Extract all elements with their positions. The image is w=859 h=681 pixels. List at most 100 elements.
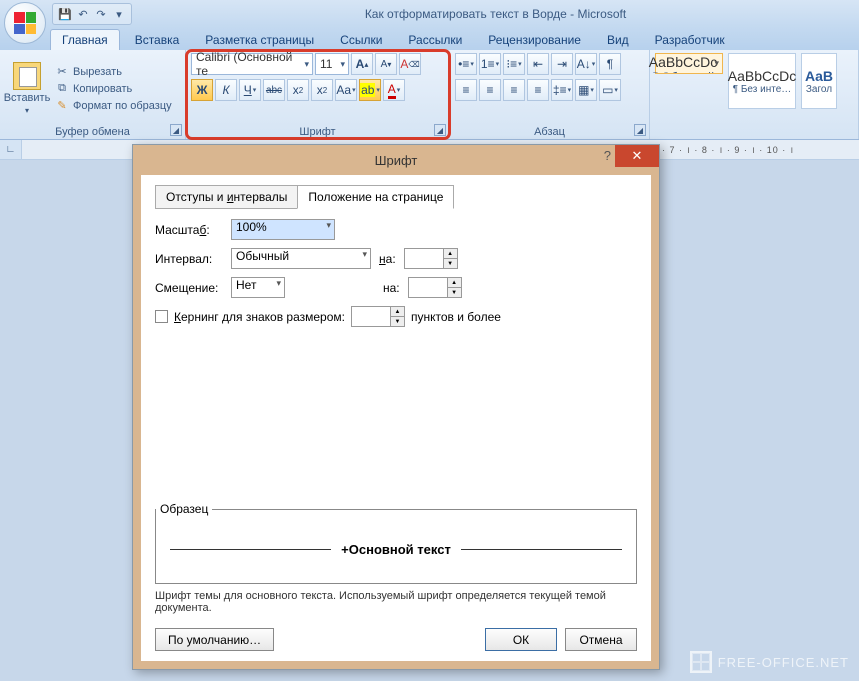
style-no-spacing[interactable]: AaBbCcDc ¶ Без инте… (728, 53, 796, 109)
sample-line-left (170, 549, 331, 550)
group-clipboard: Вставить ▾ ✂Вырезать ⧉Копировать ✎Формат… (0, 50, 186, 139)
position-value-input[interactable]: ▲▼ (408, 277, 462, 298)
spacing-on-label: на: (379, 252, 396, 266)
line-spacing-button[interactable]: ‡≡ (551, 79, 573, 101)
sort-button[interactable]: A↓ (575, 53, 597, 75)
change-case-button[interactable]: Aa (335, 79, 357, 101)
style-heading1[interactable]: AaB Загол (801, 53, 837, 109)
sample-fieldset: Образец +Основной текст (155, 502, 637, 584)
shading-button[interactable]: ▦ (575, 79, 597, 101)
scale-label: Масштаб: (155, 223, 223, 237)
tab-view[interactable]: Вид (596, 30, 640, 50)
sample-description: Шрифт темы для основного текста. Использ… (155, 590, 637, 614)
clipboard-group-label: Буфер обмена (5, 124, 180, 139)
sample-text: +Основной текст (341, 542, 451, 557)
paste-button[interactable]: Вставить ▾ (5, 53, 49, 124)
scissors-icon: ✂ (55, 65, 69, 79)
grow-font-button[interactable]: A▴ (351, 53, 373, 75)
borders-button[interactable]: ▭ (599, 79, 621, 101)
highlight-button[interactable]: ab (359, 79, 381, 101)
window-title: Как отформатировать текст в Ворде - Micr… (132, 7, 859, 21)
justify-button[interactable]: ≡ (527, 79, 549, 101)
style-normal[interactable]: AaBbCcDc ¶ Обычный (655, 53, 723, 74)
multilevel-button[interactable]: ⁝≡ (503, 53, 525, 75)
clipboard-dialog-launcher[interactable]: ◢ (170, 124, 182, 136)
title-bar: 💾 ↶ ↷ ▾ Как отформатировать текст в Ворд… (0, 0, 859, 28)
kerning-value-field[interactable] (352, 307, 390, 326)
cancel-button[interactable]: Отмена (565, 628, 637, 651)
watermark-icon (690, 651, 712, 673)
sample-line-right (461, 549, 622, 550)
scale-select[interactable]: 100% (231, 219, 335, 240)
dec-indent-button[interactable]: ⇤ (527, 53, 549, 75)
align-left-button[interactable]: ≡ (455, 79, 477, 101)
sample-legend: Образец (156, 502, 212, 516)
spinner-icon[interactable]: ▲▼ (443, 249, 457, 268)
save-icon[interactable]: 💾 (57, 6, 73, 22)
underline-button[interactable]: Ч (239, 79, 261, 101)
ribbon: Вставить ▾ ✂Вырезать ⧉Копировать ✎Формат… (0, 50, 859, 140)
align-center-button[interactable]: ≡ (479, 79, 501, 101)
font-color-button[interactable]: A (383, 79, 405, 101)
watermark-text: FREE-OFFICE.NET (718, 655, 849, 670)
format-painter-button[interactable]: ✎Формат по образцу (52, 98, 175, 114)
tab-selector[interactable]: ∟ (0, 140, 22, 159)
ok-button[interactable]: ОК (485, 628, 557, 651)
tab-mailings[interactable]: Рассылки (397, 30, 473, 50)
kerning-value-input[interactable]: ▲▼ (351, 306, 405, 327)
dialog-help-icon[interactable]: ? (604, 148, 611, 163)
italic-button[interactable]: К (215, 79, 237, 101)
show-marks-button[interactable]: ¶ (599, 53, 621, 75)
office-button[interactable] (4, 2, 46, 44)
spinner-icon[interactable]: ▲▼ (447, 278, 461, 297)
spacing-select[interactable]: Обычный (231, 248, 371, 269)
tab-layout[interactable]: Разметка страницы (194, 30, 325, 50)
paragraph-group-label: Абзац (455, 124, 644, 139)
paste-icon (13, 62, 41, 90)
spinner-icon[interactable]: ▲▼ (390, 307, 404, 326)
font-dialog-launcher[interactable]: ◢ (434, 124, 446, 136)
strike-button[interactable]: abc (263, 79, 285, 101)
watermark: FREE-OFFICE.NET (690, 651, 849, 673)
clear-format-button[interactable]: A⌫ (399, 53, 421, 75)
bold-button[interactable]: Ж (191, 79, 213, 101)
subscript-button[interactable]: x2 (287, 79, 309, 101)
superscript-button[interactable]: x2 (311, 79, 333, 101)
tab-references[interactable]: Ссылки (329, 30, 393, 50)
tab-home[interactable]: Главная (50, 29, 120, 50)
copy-icon: ⧉ (55, 82, 69, 96)
position-on-label: на: (383, 281, 400, 295)
tab-insert[interactable]: Вставка (124, 30, 191, 50)
numbering-button[interactable]: 1≡ (479, 53, 501, 75)
dialog-tab-position[interactable]: Положение на странице (297, 185, 454, 209)
font-size-combo[interactable]: 11 (315, 53, 349, 75)
bullets-button[interactable]: •≡ (455, 53, 477, 75)
paragraph-dialog-launcher[interactable]: ◢ (634, 124, 646, 136)
spacing-value-field[interactable] (405, 249, 443, 268)
cut-button[interactable]: ✂Вырезать (52, 64, 175, 80)
dialog-title: Шрифт (375, 153, 418, 168)
undo-icon[interactable]: ↶ (75, 6, 91, 22)
tab-review[interactable]: Рецензирование (477, 30, 592, 50)
tab-developer[interactable]: Разработчик (644, 30, 736, 50)
quick-access-toolbar: 💾 ↶ ↷ ▾ (52, 3, 132, 25)
inc-indent-button[interactable]: ⇥ (551, 53, 573, 75)
dialog-close-button[interactable]: ✕ (615, 145, 659, 167)
dialog-tab-indents[interactable]: Отступы и интервалы (155, 185, 298, 209)
align-right-button[interactable]: ≡ (503, 79, 525, 101)
font-name-combo[interactable]: Calibri (Основной те (191, 53, 313, 75)
position-label: Смещение: (155, 281, 223, 295)
defaults-button[interactable]: По умолчанию… (155, 628, 274, 651)
position-value-field[interactable] (409, 278, 447, 297)
spacing-value-input[interactable]: ▲▼ (404, 248, 458, 269)
redo-icon[interactable]: ↷ (93, 6, 109, 22)
group-paragraph: •≡ 1≡ ⁝≡ ⇤ ⇥ A↓ ¶ ≡ ≡ ≡ ≡ ‡≡ ▦ ▭ Абзац ◢ (450, 50, 650, 139)
shrink-font-button[interactable]: A▾ (375, 53, 397, 75)
ribbon-tabs: Главная Вставка Разметка страницы Ссылки… (0, 28, 859, 50)
qat-dropdown-icon[interactable]: ▾ (111, 6, 127, 22)
kerning-checkbox[interactable] (155, 310, 168, 323)
group-font: Calibri (Основной те 11 A▴ A▾ A⌫ Ж К Ч a… (186, 50, 450, 139)
position-select[interactable]: Нет (231, 277, 285, 298)
copy-button[interactable]: ⧉Копировать (52, 81, 175, 97)
dialog-titlebar[interactable]: Шрифт ? ✕ (133, 145, 659, 175)
